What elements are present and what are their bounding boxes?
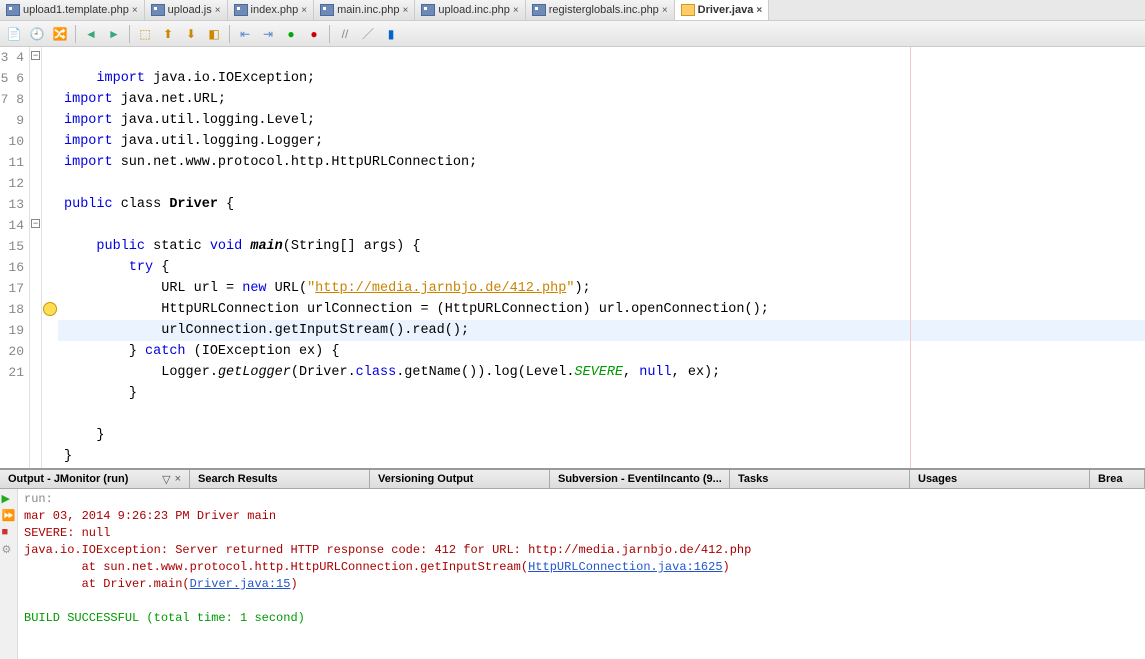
- panel-breakpoints[interactable]: Brea: [1090, 470, 1145, 488]
- tab-driver-java[interactable]: Driver.java×: [675, 0, 770, 20]
- rerun-all-icon[interactable]: ⏩: [2, 509, 16, 523]
- filter-icon[interactable]: ▽: [162, 473, 170, 486]
- close-icon[interactable]: ×: [301, 5, 307, 16]
- panel-search-results[interactable]: Search Results: [190, 470, 370, 488]
- editor-toolbar: 📄 🕘 🔀 ◄ ► ⬚ ⬆ ⬇ ◧ ⇤ ⇥ ● ● // ／ ▮: [0, 21, 1145, 47]
- php-icon: [532, 4, 546, 16]
- glyph-gutter: [42, 47, 58, 468]
- panel-usages[interactable]: Usages: [910, 470, 1090, 488]
- history-button[interactable]: 🕘: [27, 24, 47, 44]
- stacktrace-link[interactable]: HttpURLConnection.java:1625: [528, 560, 722, 574]
- comment-button[interactable]: //: [335, 24, 355, 44]
- code-content[interactable]: import java.io.IOException; import java.…: [58, 47, 1145, 468]
- close-icon[interactable]: ×: [402, 5, 408, 16]
- find-next-button[interactable]: ⬇: [181, 24, 201, 44]
- close-icon[interactable]: ×: [662, 5, 668, 16]
- panel-tasks[interactable]: Tasks: [730, 470, 910, 488]
- shift-left-button[interactable]: ⇤: [235, 24, 255, 44]
- rerun-icon[interactable]: ▶: [2, 492, 16, 506]
- stop-icon[interactable]: ■: [2, 526, 16, 540]
- toggle-highlight-button[interactable]: ◧: [204, 24, 224, 44]
- fold-gutter: − −: [30, 47, 42, 468]
- panel-versioning[interactable]: Versioning Output: [370, 470, 550, 488]
- close-icon[interactable]: ×: [756, 5, 762, 16]
- right-margin-line: [910, 47, 911, 468]
- close-icon[interactable]: ×: [513, 5, 519, 16]
- php-icon: [6, 4, 20, 16]
- nav-forward-button[interactable]: ►: [104, 24, 124, 44]
- panel-output[interactable]: Output - JMonitor (run) ▽ ×: [0, 470, 190, 488]
- close-icon[interactable]: ×: [175, 473, 181, 485]
- nav-back-button[interactable]: ◄: [81, 24, 101, 44]
- file-tabs: upload1.template.php× upload.js× index.p…: [0, 0, 1145, 21]
- find-prev-button[interactable]: ⬆: [158, 24, 178, 44]
- php-icon: [151, 4, 165, 16]
- shift-right-button[interactable]: ⇥: [258, 24, 278, 44]
- tab-index[interactable]: index.php×: [228, 0, 315, 20]
- php-icon: [320, 4, 334, 16]
- tab-upload-inc[interactable]: upload.inc.php×: [415, 0, 525, 20]
- stop-macro-button[interactable]: ●: [304, 24, 324, 44]
- uncomment-button[interactable]: ／: [358, 24, 378, 44]
- tab-registerglobals[interactable]: registerglobals.inc.php×: [526, 0, 675, 20]
- close-icon[interactable]: ×: [215, 5, 221, 16]
- php-icon: [234, 4, 248, 16]
- output-panel: ▶ ⏩ ■ ⚙ run: mar 03, 2014 9:26:23 PM Dri…: [0, 489, 1145, 659]
- line-number-gutter: 3 4 5 6 7 8 9 10 11 12 13 14 15 16 17 18…: [0, 47, 30, 468]
- panel-subversion[interactable]: Subversion - EventiIncanto (9...: [550, 470, 730, 488]
- java-icon: [681, 4, 695, 16]
- output-toolbar: ▶ ⏩ ■ ⚙: [0, 489, 18, 659]
- fold-toggle-icon[interactable]: −: [31, 219, 40, 228]
- lightbulb-icon[interactable]: [43, 302, 57, 316]
- fold-toggle-icon[interactable]: −: [31, 51, 40, 60]
- diff-button[interactable]: 🔀: [50, 24, 70, 44]
- settings-icon[interactable]: ⚙: [2, 543, 16, 557]
- bottom-panel-tabs: Output - JMonitor (run) ▽ × Search Resul…: [0, 469, 1145, 489]
- source-button[interactable]: 📄: [4, 24, 24, 44]
- tab-upload-js[interactable]: upload.js×: [145, 0, 228, 20]
- bookmark-button[interactable]: ▮: [381, 24, 401, 44]
- find-selection-button[interactable]: ⬚: [135, 24, 155, 44]
- start-macro-button[interactable]: ●: [281, 24, 301, 44]
- stacktrace-link[interactable]: Driver.java:15: [190, 577, 291, 591]
- close-icon[interactable]: ×: [132, 5, 138, 16]
- code-editor[interactable]: 3 4 5 6 7 8 9 10 11 12 13 14 15 16 17 18…: [0, 47, 1145, 469]
- php-icon: [421, 4, 435, 16]
- output-text[interactable]: run: mar 03, 2014 9:26:23 PM Driver main…: [18, 489, 757, 659]
- tab-upload1-template[interactable]: upload1.template.php×: [0, 0, 145, 20]
- tab-main-inc[interactable]: main.inc.php×: [314, 0, 415, 20]
